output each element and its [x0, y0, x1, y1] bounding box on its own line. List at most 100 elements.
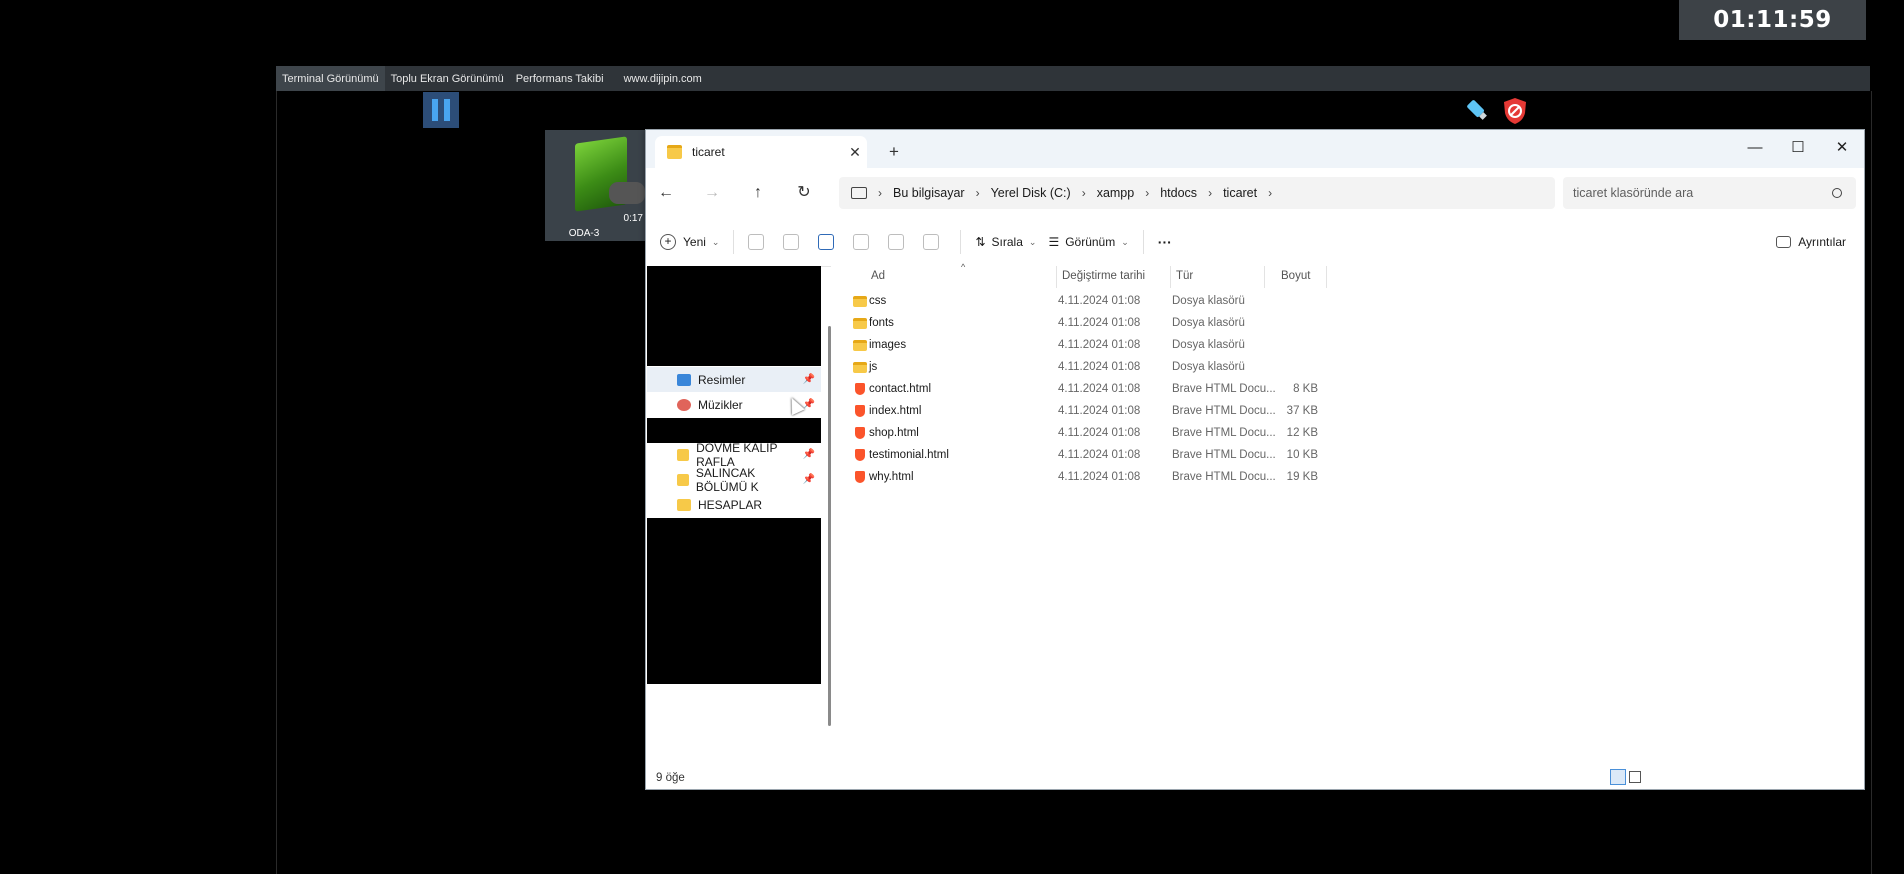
file-row[interactable]: css 4.11.2024 01:08 Dosya klasörü: [851, 290, 1331, 312]
column-name-header[interactable]: Ad: [871, 270, 885, 282]
file-date: 4.11.2024 01:08: [1058, 295, 1141, 307]
chevron-right-icon[interactable]: ›: [1208, 186, 1212, 200]
chevron-right-icon[interactable]: ›: [1145, 186, 1149, 200]
menu-website-link[interactable]: www.dijipin.com: [618, 66, 708, 91]
breadcrumb-this-pc[interactable]: Bu bilgisayar: [893, 186, 965, 200]
delete-button[interactable]: [917, 226, 952, 258]
close-window-button[interactable]: ✕: [1820, 134, 1864, 162]
minimize-button[interactable]: —: [1733, 134, 1777, 162]
column-headers: Ad ^ Değiştirme tarihi Tür Boyut: [831, 262, 1864, 288]
tiles-view-icon[interactable]: [1629, 771, 1641, 783]
tab-ticaret[interactable]: ticaret ✕: [655, 136, 867, 168]
nav-item-folder-hesaplar[interactable]: HESAPLAR: [647, 492, 821, 517]
file-row[interactable]: testimonial.html 4.11.2024 01:08 Brave HTM…: [851, 444, 1331, 466]
refresh-button[interactable]: ↻: [790, 180, 818, 206]
file-row[interactable]: images 4.11.2024 01:08 Dosya klasörü: [851, 334, 1331, 356]
pause-icon: [432, 99, 438, 121]
blacked-out-region: [647, 266, 821, 366]
tile-name: ODA-3: [568, 228, 600, 239]
more-options-button[interactable]: ···: [1152, 226, 1178, 258]
pin-icon[interactable]: 📌: [803, 449, 815, 460]
nav-label: HESAPLAR: [698, 497, 763, 512]
folder-icon: [677, 473, 689, 486]
file-row[interactable]: shop.html 4.11.2024 01:08 Brave HTML Docu.…: [851, 422, 1331, 444]
search-icon[interactable]: [1832, 188, 1842, 198]
divider: [960, 230, 962, 254]
menu-terminal-view[interactable]: Terminal Görünümü: [276, 66, 385, 91]
nav-item-folder-dovme[interactable]: DÖVME KALIP RAFLA 📌: [647, 440, 821, 469]
pause-button[interactable]: [423, 92, 459, 128]
file-row[interactable]: js 4.11.2024 01:08 Dosya klasörü: [851, 356, 1331, 378]
nav-item-pictures[interactable]: Resimler 📌: [647, 367, 821, 392]
brave-html-icon: [855, 383, 865, 395]
file-name: index.html: [869, 405, 922, 417]
view-label: Görünüm: [1065, 235, 1116, 249]
copy-button[interactable]: [777, 226, 812, 258]
column-divider[interactable]: [1056, 266, 1057, 288]
computer-icon: [851, 187, 867, 199]
nav-label: DÖVME KALIP RAFLA: [696, 440, 778, 469]
file-date: 4.11.2024 01:08: [1058, 317, 1141, 329]
forward-button[interactable]: →: [698, 180, 726, 206]
menu-performance-tracking[interactable]: Performans Takibi: [510, 66, 610, 91]
details-view-icon[interactable]: [1610, 769, 1626, 785]
cut-button[interactable]: [742, 226, 777, 258]
chevron-right-icon[interactable]: ›: [1268, 186, 1272, 200]
file-row[interactable]: index.html 4.11.2024 01:08 Brave HTML Docu…: [851, 400, 1331, 422]
breadcrumb-xampp[interactable]: xampp: [1097, 186, 1135, 200]
folder-icon: [677, 498, 691, 511]
search-box[interactable]: ticaret klasöründe ara: [1563, 177, 1856, 209]
folder-icon: [853, 295, 867, 307]
file-type: Dosya klasörü: [1172, 361, 1245, 373]
nav-label: Müzikler: [698, 397, 743, 412]
file-name: js: [869, 361, 878, 373]
trash-icon: [923, 234, 940, 250]
column-divider[interactable]: [1264, 266, 1265, 288]
column-size-header[interactable]: Boyut: [1281, 270, 1310, 282]
paste-button[interactable]: [812, 226, 847, 258]
pin-icon[interactable]: 📌: [803, 474, 815, 485]
tile-time: 0:17: [623, 213, 643, 224]
column-divider[interactable]: [1170, 266, 1171, 288]
chevron-right-icon[interactable]: ›: [1082, 186, 1086, 200]
tab-label: ticaret: [692, 145, 725, 159]
new-tab-button[interactable]: +: [883, 141, 905, 163]
back-button[interactable]: ←: [652, 180, 680, 206]
view-button[interactable]: ☰ Görünüm ⌄: [1042, 226, 1134, 258]
details-pane-button[interactable]: Ayrıntılar: [1770, 226, 1852, 258]
file-row[interactable]: contact.html 4.11.2024 01:08 Brave HTML Do…: [851, 378, 1331, 400]
rename-button[interactable]: [847, 226, 882, 258]
folder-icon: [853, 339, 867, 351]
menu-bulk-screen-view[interactable]: Toplu Ekran Görünümü: [385, 66, 510, 91]
file-row[interactable]: fonts 4.11.2024 01:08 Dosya klasörü: [851, 312, 1331, 334]
share-button[interactable]: [882, 226, 917, 258]
column-date-header[interactable]: Değiştirme tarihi: [1062, 270, 1145, 282]
navigation-pane: Resimler 📌 Müzikler 📌 DÖVME KALIP RAFLA …: [646, 266, 821, 776]
breadcrumb-ticaret[interactable]: ticaret: [1223, 186, 1257, 200]
file-date: 4.11.2024 01:08: [1058, 449, 1141, 461]
usb-icon[interactable]: [1463, 96, 1491, 124]
maximize-button[interactable]: ☐: [1776, 134, 1820, 162]
rename-icon: [853, 234, 870, 250]
file-row[interactable]: why.html 4.11.2024 01:08 Brave HTML Docu..…: [851, 466, 1331, 488]
chevron-right-icon[interactable]: ›: [976, 186, 980, 200]
column-type-header[interactable]: Tür: [1176, 270, 1193, 282]
block-shield-icon[interactable]: [1500, 96, 1530, 126]
breadcrumb-htdocs[interactable]: htdocs: [1160, 186, 1197, 200]
music-icon: [677, 398, 691, 411]
device-tile[interactable]: 0:17 ODA-3: [545, 130, 645, 241]
file-size: 8 KB: [1293, 383, 1318, 395]
sort-button[interactable]: ⇅ Sırala ⌄: [969, 226, 1042, 258]
close-tab-icon[interactable]: ✕: [843, 144, 867, 161]
column-divider[interactable]: [1326, 266, 1327, 288]
divider: [733, 230, 735, 254]
address-bar[interactable]: › Bu bilgisayar › Yerel Disk (C:) › xamp…: [839, 177, 1555, 209]
up-button[interactable]: ↑: [744, 180, 772, 206]
sort-label: Sırala: [991, 235, 1023, 249]
pin-icon[interactable]: 📌: [803, 374, 815, 385]
folder-icon: [677, 448, 690, 461]
breadcrumb-local-disk[interactable]: Yerel Disk (C:): [991, 186, 1071, 200]
chevron-right-icon[interactable]: ›: [878, 186, 882, 200]
new-button[interactable]: + Yeni ⌄: [654, 226, 725, 258]
nav-item-folder-salincak[interactable]: SALINCAK BÖLÜMÜ K 📌: [647, 466, 821, 494]
